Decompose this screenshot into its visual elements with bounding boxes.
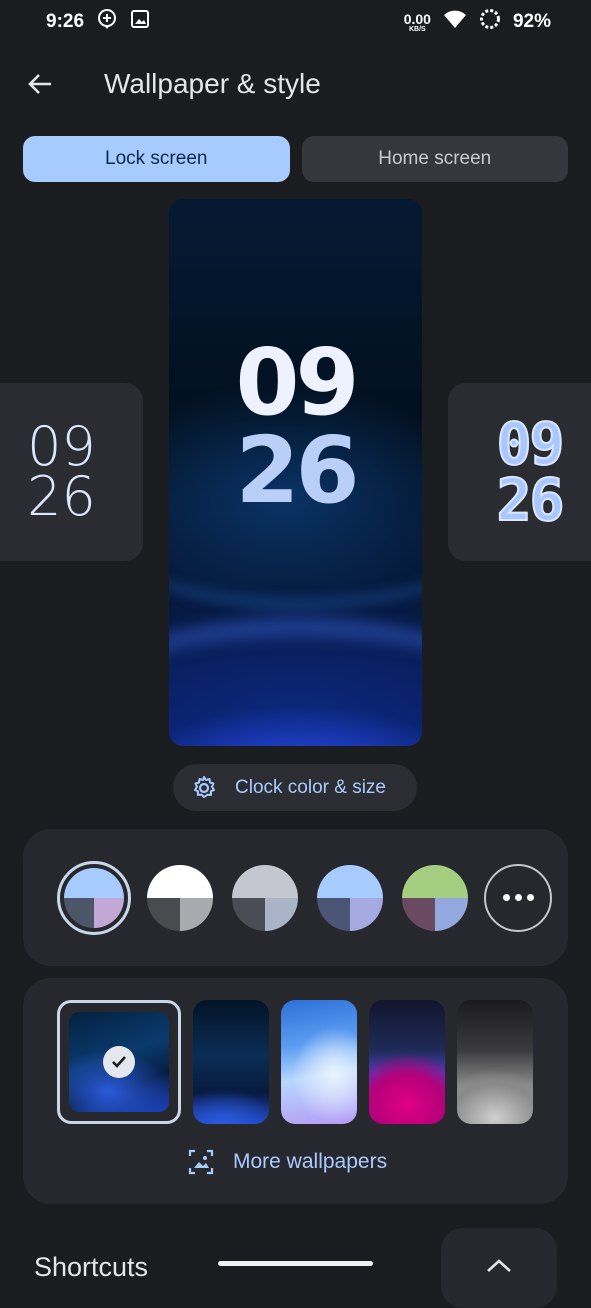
clock-color-size-button[interactable]: Clock color & size — [173, 764, 417, 811]
app-bar: Wallpaper & style — [0, 56, 591, 112]
color-swatch — [232, 864, 298, 931]
clock-style-card-left[interactable]: 09 26 — [0, 383, 143, 561]
more-dot — [526, 894, 534, 901]
wallpaper-thumbnail-5[interactable] — [457, 1000, 533, 1124]
wifi-icon — [443, 9, 467, 35]
gallery-icon — [188, 1149, 214, 1175]
clock-style-card-right[interactable]: 09 26 — [448, 383, 591, 561]
right-clock-hour: 09 — [496, 410, 566, 478]
more-colors-button[interactable] — [484, 863, 552, 932]
gear-icon — [194, 775, 215, 798]
right-clock-minute: 26 — [496, 466, 566, 534]
swatch-segment — [94, 897, 124, 928]
chevron-up-icon — [487, 1259, 511, 1272]
wallpaper-glow — [169, 619, 422, 746]
preview-clock: 09 26 — [169, 329, 422, 524]
more-wallpapers-label: More wallpapers — [233, 1150, 388, 1173]
color-option-4[interactable] — [314, 862, 386, 934]
color-swatch — [147, 864, 213, 931]
wallpaper-item-selected[interactable] — [57, 1000, 181, 1124]
swatch-segment — [232, 897, 265, 931]
swatch-segment — [64, 867, 124, 898]
net-speed-unit: KB/S — [408, 25, 426, 33]
battery-percent: 92% — [512, 11, 551, 32]
color-swatch — [402, 864, 468, 931]
wallpaper-thumbnail-1 — [69, 1012, 169, 1112]
gesture-navigation-bar[interactable] — [218, 1261, 373, 1266]
screen-tabs: Lock screen Home screen — [23, 136, 568, 182]
net-speed-value: 0.00 — [403, 10, 431, 27]
lock-screen-preview[interactable]: 09 26 — [169, 199, 422, 746]
clock-button-label: Clock color & size — [235, 776, 386, 798]
preview-clock-minute: 26 — [235, 417, 359, 524]
color-swatch — [317, 864, 383, 931]
color-option-1[interactable] — [57, 860, 131, 935]
swatch-segment — [402, 864, 468, 898]
swatch-segment — [147, 864, 213, 898]
check-icon — [103, 1046, 135, 1078]
swatch-segment — [232, 864, 298, 898]
swatch-segment — [147, 897, 180, 931]
wallpaper-list — [57, 1000, 533, 1124]
preview-clock-hour: 09 — [235, 329, 359, 436]
color-options-panel — [23, 829, 568, 966]
more-dot — [502, 894, 510, 901]
location-plus-icon — [96, 8, 118, 36]
wallpapers-panel: More wallpapers — [23, 978, 568, 1204]
swatch-segment — [402, 897, 435, 931]
swatch-segment — [265, 897, 298, 931]
swatch-segment — [64, 897, 94, 928]
tab-lock-screen[interactable]: Lock screen — [23, 136, 290, 182]
back-button[interactable] — [22, 66, 58, 102]
swatch-segment — [435, 897, 468, 931]
swatch-segment — [317, 897, 350, 931]
shortcuts-title: Shortcuts — [34, 1252, 149, 1282]
wallpaper-thumbnail-4[interactable] — [369, 1000, 445, 1124]
battery-ring-icon — [479, 8, 501, 36]
status-bar: 9:26 0.00 KB/S 92% — [0, 0, 591, 44]
status-time: 9:26 — [46, 11, 85, 32]
image-icon — [130, 9, 150, 35]
wallpaper-thumbnail-2[interactable] — [193, 1000, 269, 1124]
left-clock-minute: 26 — [27, 465, 96, 528]
color-option-2[interactable] — [144, 862, 216, 934]
arrow-left-icon — [28, 74, 51, 94]
swatch-segment — [317, 864, 383, 898]
color-swatch — [64, 867, 124, 928]
tab-home-screen[interactable]: Home screen — [301, 136, 568, 182]
more-dot — [514, 894, 522, 901]
status-right: 0.00 KB/S 92% — [404, 8, 551, 36]
wallpaper-thumbnail-3[interactable] — [281, 1000, 357, 1124]
more-wallpapers-button[interactable]: More wallpapers — [187, 1148, 387, 1176]
status-left: 9:26 — [46, 8, 150, 36]
color-option-3[interactable] — [229, 862, 301, 934]
color-option-5[interactable] — [399, 862, 471, 934]
expand-button[interactable] — [441, 1228, 557, 1308]
swatch-segment — [350, 897, 383, 931]
net-speed: 0.00 KB/S — [404, 12, 431, 33]
swatch-segment — [180, 897, 213, 931]
page-title: Wallpaper & style — [104, 68, 321, 99]
